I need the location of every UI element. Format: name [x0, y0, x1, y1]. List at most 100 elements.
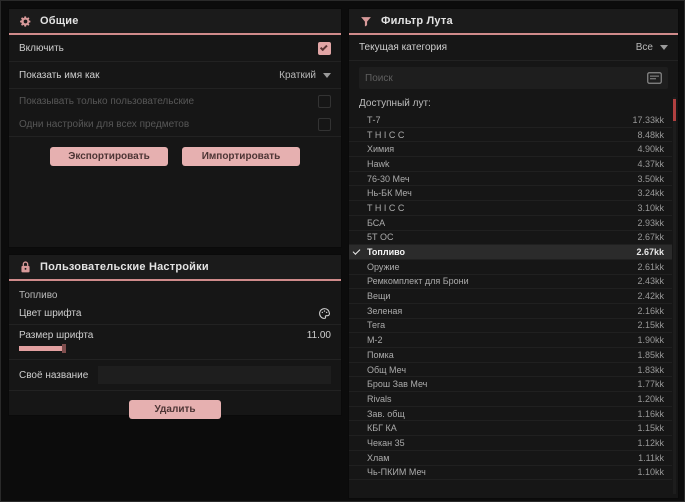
loot-row[interactable]: Брош Зав Меч 1.77kk — [349, 377, 672, 393]
loot-row[interactable]: Т-7 17.33kk — [349, 113, 672, 128]
delete-row: Удалить — [9, 391, 341, 419]
custom-name-input[interactable] — [98, 366, 331, 384]
only-custom-checkbox[interactable] — [318, 94, 331, 108]
loot-item-name: Топливо — [367, 247, 406, 258]
loot-row[interactable]: Помка 1.85kk — [349, 348, 672, 363]
filter-panel-title: Фильтр Лута — [381, 15, 453, 27]
loot-item-name: Hawk — [367, 158, 390, 169]
loot-item-count: 2.43kk — [637, 276, 664, 287]
loot-item-count: 2.61kk — [637, 261, 664, 272]
search-input[interactable] — [365, 72, 647, 84]
loot-row[interactable]: Оружие 2.61kk — [349, 260, 672, 275]
category-label: Текущая категория — [359, 42, 448, 53]
same-settings-label: Одни настройки для всех предметов — [19, 119, 190, 130]
loot-row[interactable]: Чь-ПКИМ Меч 1.10kk — [349, 466, 672, 481]
only-custom-row: Показывать только пользовательские — [9, 89, 341, 113]
loot-row[interactable]: Нь-БК Меч 3.24kk — [349, 186, 672, 202]
font-size-row: Размер шрифта 11.00 — [9, 325, 341, 360]
general-panel-title: Общие — [40, 15, 79, 27]
loot-row[interactable]: Hawk 4.37kk — [349, 157, 672, 172]
loot-row[interactable]: Топливо 2.67kk — [349, 245, 672, 260]
export-button[interactable]: Экспортировать — [50, 147, 168, 166]
loot-item-name: Ремкомплект для Брони — [367, 276, 469, 287]
loot-item-count: 1.77kk — [637, 379, 664, 390]
gear-icon — [19, 15, 32, 28]
filter-settings-icon[interactable] — [647, 72, 662, 84]
loot-row[interactable]: Общ Меч 1.83kk — [349, 363, 672, 378]
loot-row[interactable]: Зав. общ 1.16kk — [349, 407, 672, 422]
loot-row[interactable]: Хлам 1.11kk — [349, 451, 672, 466]
loot-row[interactable]: Химия 4.90kk — [349, 142, 672, 158]
custom-name-label: Своё название — [19, 369, 89, 381]
enable-checkbox[interactable] — [318, 41, 331, 55]
loot-item-name: Вещи — [367, 291, 391, 302]
show-name-row: Показать имя как Краткий — [9, 62, 341, 89]
loot-row[interactable]: КБГ КА 1.15kk — [349, 421, 672, 437]
loot-item-name: Хлам — [367, 452, 390, 463]
loot-row[interactable]: Тега 2.15kk — [349, 319, 672, 334]
delete-button[interactable]: Удалить — [129, 400, 221, 419]
loot-list: Т-7 17.33kk T H I C C 8.48kk Химия 4.90k… — [349, 113, 672, 481]
custom-panel-title: Пользовательские Настройки — [40, 261, 209, 273]
loot-item-count: 3.50kk — [637, 173, 664, 184]
custom-name-row: Своё название — [9, 360, 341, 391]
loot-item-name: T H I C C — [367, 202, 405, 213]
loot-row[interactable]: Вещи 2.42kk — [349, 289, 672, 304]
custom-panel-header: Пользовательские Настройки — [9, 255, 341, 281]
search-box — [359, 67, 668, 89]
loot-item-name: 76-30 Меч — [367, 173, 410, 184]
loot-item-count: 17.33kk — [632, 114, 664, 125]
show-name-dropdown[interactable]: Краткий — [279, 70, 331, 81]
available-loot-label: Доступный лут: — [359, 98, 431, 109]
loot-item-count: 3.10kk — [637, 202, 664, 213]
loot-row[interactable]: Ремкомплект для Брони 2.43kk — [349, 275, 672, 290]
funnel-icon — [359, 15, 373, 28]
import-button[interactable]: Импортировать — [182, 147, 300, 166]
enable-label: Включить — [19, 42, 64, 54]
loot-row[interactable]: T H I C C 8.48kk — [349, 128, 672, 143]
loot-row[interactable]: 76-30 Меч 3.50kk — [349, 172, 672, 187]
loot-item-name: БСА — [367, 217, 386, 228]
loot-row[interactable]: БСА 2.93kk — [349, 216, 672, 231]
loot-item-count: 2.15kk — [637, 320, 664, 331]
loot-item-count: 1.20kk — [637, 393, 664, 404]
export-import-row: Экспортировать Импортировать — [9, 137, 341, 166]
check-icon — [319, 43, 328, 52]
loot-filter-panel: Фильтр Лута Текущая категория Все Доступ… — [349, 9, 678, 498]
custom-settings-panel: Пользовательские Настройки Топливо Цвет … — [9, 255, 341, 419]
loot-row[interactable]: T H I C C 3.10kk — [349, 201, 672, 216]
bag-icon — [19, 260, 32, 274]
loot-item-name: Помка — [367, 349, 394, 360]
loot-row[interactable]: Чекан 35 1.12kk — [349, 436, 672, 451]
loot-row[interactable]: Зеленая 2.16kk — [349, 304, 672, 319]
loot-item-name: Тега — [367, 320, 386, 331]
loot-row[interactable]: Rivals 1.20kk — [349, 392, 672, 407]
loot-item-name: Общ Меч — [367, 364, 407, 375]
scrollbar-thumb[interactable] — [673, 99, 676, 121]
font-size-slider[interactable] — [19, 344, 66, 353]
palette-icon[interactable] — [318, 307, 331, 320]
loot-item-name: Rivals — [367, 393, 392, 404]
loot-item-name: Химия — [367, 144, 395, 155]
loot-item-name: М-2 — [367, 335, 383, 346]
loot-row[interactable]: М-2 1.90kk — [349, 333, 672, 348]
loot-item-name: Брош Зав Меч — [367, 379, 428, 390]
category-row: Текущая категория Все — [349, 35, 678, 61]
loot-item-name: 5Т ОС — [367, 232, 394, 243]
selected-item-name: Топливо — [19, 290, 58, 301]
loot-item-count: 1.85kk — [637, 349, 664, 360]
category-dropdown[interactable]: Все — [636, 42, 668, 53]
loot-row[interactable]: 5Т ОС 2.67kk — [349, 231, 672, 246]
category-value: Все — [635, 42, 653, 53]
same-settings-row: Одни настройки для всех предметов — [9, 113, 341, 137]
loot-item-name: Зав. общ — [367, 408, 405, 419]
scrollbar-track[interactable] — [673, 97, 676, 494]
loot-item-name: T H I C C — [367, 129, 405, 140]
same-settings-checkbox[interactable] — [318, 118, 331, 131]
loot-item-count: 1.12kk — [637, 437, 664, 448]
loot-item-count: 2.42kk — [637, 291, 664, 302]
slider-thumb[interactable] — [62, 344, 66, 353]
chevron-down-icon — [660, 45, 668, 50]
loot-item-name: КБГ КА — [367, 423, 397, 434]
show-name-label: Показать имя как — [19, 69, 100, 81]
